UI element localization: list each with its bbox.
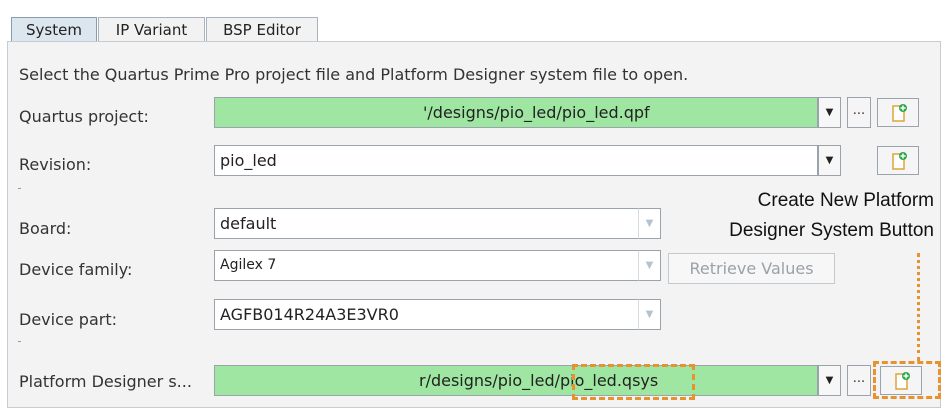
dropdown-arrow-icon: ▼ bbox=[645, 218, 654, 229]
quartus-project-label: Quartus project: bbox=[19, 107, 149, 126]
device-part-label: Device part: bbox=[19, 310, 118, 329]
new-file-icon bbox=[892, 152, 907, 170]
dropdown-arrow-icon: ▼ bbox=[645, 309, 654, 320]
separator bbox=[18, 188, 21, 189]
platform-designer-browse-button[interactable]: ... bbox=[847, 365, 871, 396]
callout-line-1: Create New Platform bbox=[757, 190, 934, 211]
tab-ip-variant[interactable]: IP Variant bbox=[98, 17, 205, 42]
board-label: Board: bbox=[19, 219, 72, 238]
board-field[interactable]: default bbox=[214, 208, 639, 239]
new-revision-button[interactable] bbox=[877, 146, 919, 175]
retrieve-values-button[interactable]: Retrieve Values bbox=[668, 253, 835, 284]
tab-system[interactable]: System bbox=[11, 17, 97, 42]
callout-line-2: Designer System Button bbox=[729, 220, 934, 241]
browse-ellipsis-icon: ... bbox=[852, 103, 866, 118]
tab-bsp-editor[interactable]: BSP Editor bbox=[206, 17, 318, 42]
revision-field[interactable]: pio_led bbox=[214, 145, 818, 176]
filename-highlight-box bbox=[572, 364, 695, 400]
platform-designer-label: Platform Designer s... bbox=[19, 372, 192, 391]
dropdown-arrow-icon: ▼ bbox=[825, 155, 834, 166]
board-dropdown[interactable]: ▼ bbox=[638, 208, 661, 239]
dropdown-arrow-icon: ▼ bbox=[825, 375, 834, 386]
device-family-dropdown[interactable]: ▼ bbox=[638, 250, 661, 281]
dropdown-arrow-icon: ▼ bbox=[645, 260, 654, 271]
revision-dropdown[interactable]: ▼ bbox=[818, 145, 841, 176]
new-quartus-project-button[interactable] bbox=[877, 98, 919, 127]
new-button-highlight-box bbox=[873, 361, 941, 399]
quartus-project-field[interactable]: '/designs/pio_led/pio_led.qpf bbox=[214, 97, 818, 128]
device-part-dropdown[interactable]: ▼ bbox=[638, 299, 661, 330]
new-file-icon bbox=[892, 104, 907, 122]
platform-designer-dropdown[interactable]: ▼ bbox=[818, 365, 841, 396]
dropdown-arrow-icon: ▼ bbox=[825, 107, 834, 118]
quartus-project-browse-button[interactable]: ... bbox=[847, 97, 871, 128]
platform-designer-field[interactable]: r/designs/pio_led/pio_led.qsys bbox=[214, 365, 818, 396]
quartus-project-dropdown[interactable]: ▼ bbox=[818, 97, 841, 128]
device-family-field[interactable]: Agilex 7 bbox=[214, 250, 639, 281]
callout-text: Create New Platform Designer System Butt… bbox=[724, 186, 934, 246]
instructions-text: Select the Quartus Prime Pro project fil… bbox=[19, 65, 689, 84]
separator bbox=[18, 341, 21, 342]
device-family-label: Device family: bbox=[19, 260, 133, 279]
browse-ellipsis-icon: ... bbox=[852, 371, 866, 386]
device-part-field[interactable]: AGFB014R24A3E3VR0 bbox=[214, 299, 639, 330]
platform-designer-path: r/designs/pio_led/ bbox=[419, 371, 560, 390]
callout-connector-line bbox=[917, 253, 920, 361]
revision-label: Revision: bbox=[19, 155, 92, 174]
